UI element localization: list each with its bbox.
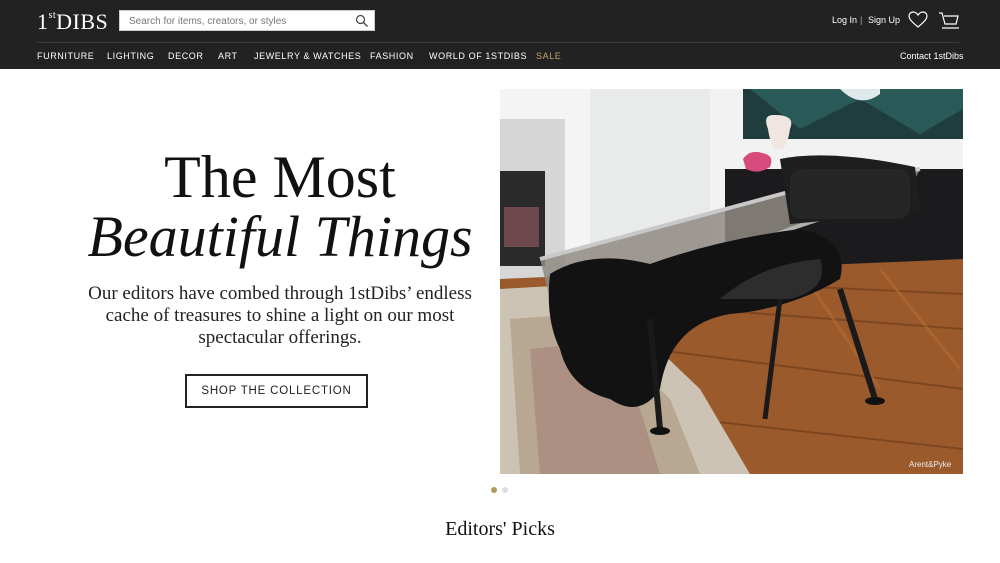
- hero-title-line1: The Most: [164, 144, 396, 210]
- search-icon[interactable]: [355, 14, 369, 28]
- nav-item-fashion[interactable]: FASHION: [370, 51, 414, 61]
- nav-item-sale[interactable]: SALE: [536, 51, 561, 61]
- auth-separator: |: [860, 15, 863, 25]
- logo[interactable]: 1stDIBS: [37, 9, 108, 35]
- main-nav: FURNITURE LIGHTING DECOR ART JEWELRY & W…: [0, 51, 1000, 65]
- image-credit: Arent&Pyke: [909, 460, 952, 469]
- carousel-dot-1[interactable]: [491, 487, 497, 493]
- nav-item-furniture[interactable]: FURNITURE: [37, 51, 94, 61]
- hero-subtitle: Our editors have combed through 1stDibs’…: [88, 283, 472, 348]
- contact-link[interactable]: Contact 1stDibs: [900, 51, 964, 61]
- hero-image[interactable]: [500, 89, 963, 474]
- hero-photo-illustration: [500, 89, 963, 474]
- nav-item-art[interactable]: ART: [218, 51, 238, 61]
- nav-item-world-of-1stdibs[interactable]: WORLD OF 1STDIBS: [429, 51, 527, 61]
- section-title-editors-picks: Editors' Picks: [445, 518, 555, 540]
- nav-item-lighting[interactable]: LIGHTING: [107, 51, 154, 61]
- search-input[interactable]: [120, 12, 349, 31]
- heart-icon[interactable]: [908, 11, 928, 29]
- nav-item-jewelry-watches[interactable]: JEWELRY & WATCHES: [254, 51, 361, 61]
- search-bar[interactable]: [119, 10, 375, 31]
- nav-item-decor[interactable]: DECOR: [168, 51, 204, 61]
- signup-link[interactable]: Sign Up: [868, 15, 900, 25]
- hero-title: The Most Beautiful Things: [60, 146, 500, 266]
- hero-title-line2: Beautiful Things: [87, 204, 473, 269]
- site-header: 1stDIBS Log In | Sign Up FURNITURE LIGHT…: [0, 0, 1000, 69]
- header-divider: [37, 42, 959, 43]
- carousel-dot-2[interactable]: [502, 487, 508, 493]
- login-link[interactable]: Log In: [832, 15, 857, 25]
- shop-collection-button[interactable]: SHOP THE COLLECTION: [185, 374, 368, 408]
- cart-icon[interactable]: [938, 11, 960, 30]
